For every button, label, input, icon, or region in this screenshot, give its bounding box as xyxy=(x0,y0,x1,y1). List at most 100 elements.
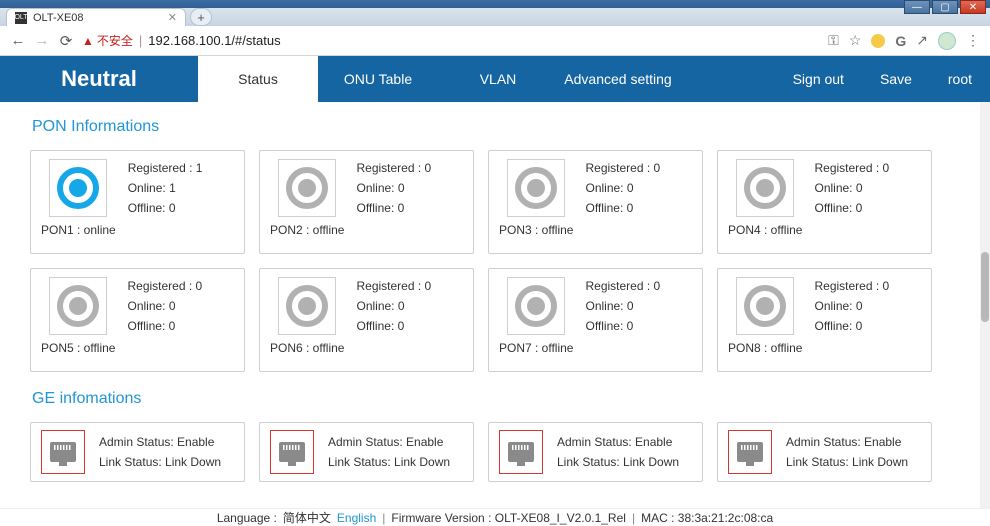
app-navbar: Neutral Status ONU Table VLAN Advanced s… xyxy=(0,56,990,102)
window-minimize-button[interactable]: — xyxy=(904,0,930,14)
nav-tab-advanced[interactable]: Advanced setting xyxy=(558,56,678,102)
pon-offline: Offline: 0 xyxy=(356,319,431,333)
pon-status-icon xyxy=(736,159,794,217)
pon-offline: Offline: 0 xyxy=(814,319,889,333)
window-close-button[interactable]: ✕ xyxy=(960,0,986,14)
tab-favicon-icon: OLT xyxy=(15,12,27,24)
tab-title: OLT-XE08 xyxy=(33,12,84,24)
pon-online: Online: 0 xyxy=(356,299,431,313)
pon-status-icon xyxy=(49,277,107,335)
nav-tab-status[interactable]: Status xyxy=(198,56,318,102)
pon-online: Online: 0 xyxy=(585,181,660,195)
graph-icon[interactable]: ↗ xyxy=(916,32,928,49)
ge-admin-status: Admin Status: Enable xyxy=(328,435,450,449)
footer-mac: MAC : 38:3a:21:2c:08:ca xyxy=(641,511,773,525)
pon-offline: Offline: 0 xyxy=(128,201,203,215)
ethernet-port-icon xyxy=(499,430,543,474)
profile-avatar-icon[interactable] xyxy=(938,32,956,50)
window-maximize-button[interactable]: ▢ xyxy=(932,0,958,14)
browser-tab-active[interactable]: OLT OLT-XE08 ✕ xyxy=(6,8,186,26)
footer-lang-en[interactable]: English xyxy=(337,511,376,525)
pon-label: PON4 : offline xyxy=(728,223,802,237)
pon-online: Online: 0 xyxy=(127,299,202,313)
brand-logo: Neutral xyxy=(0,56,198,102)
footer-bar: Language : 简体中文 English | Firmware Versi… xyxy=(0,508,990,526)
pon-label: PON3 : offline xyxy=(499,223,573,237)
url-field[interactable]: ▲ 不安全 | 192.168.100.1/#/status xyxy=(78,30,828,52)
pon-label: PON5 : offline xyxy=(41,341,115,355)
footer-lang-zh[interactable]: 简体中文 xyxy=(283,509,331,526)
pon-offline: Offline: 0 xyxy=(585,319,660,333)
back-button[interactable]: ← xyxy=(6,29,30,53)
pon-online: Online: 0 xyxy=(585,299,660,313)
pon-registered: Registered : 0 xyxy=(814,161,889,175)
pon-registered: Registered : 0 xyxy=(585,161,660,175)
content-scrollbar-thumb[interactable] xyxy=(981,252,989,322)
ge-section-title: GE infomations xyxy=(32,390,960,408)
pon-label: PON1 : online xyxy=(41,223,116,237)
pon-section-title: PON Informations xyxy=(32,118,960,136)
pon-card[interactable]: PON3 : offline Registered : 0 Online: 0 Off… xyxy=(488,150,703,254)
pon-card[interactable]: PON8 : offlineRegistered : 0Online: 0Off… xyxy=(717,268,932,372)
nav-link-root[interactable]: root xyxy=(930,56,990,102)
pon-online: Online: 0 xyxy=(356,181,431,195)
warning-icon: ▲ xyxy=(82,34,94,48)
tab-close-icon[interactable]: ✕ xyxy=(168,11,177,24)
ge-card[interactable]: Admin Status: Enable Link Status: Link Do… xyxy=(30,422,245,482)
pon-card[interactable]: PON4 : offlineRegistered : 0Online: 0Off… xyxy=(717,150,932,254)
insecure-badge: ▲ 不安全 xyxy=(82,32,133,49)
window-titlebar: — ▢ ✕ xyxy=(0,0,990,8)
more-menu-icon[interactable]: ⋮ xyxy=(966,32,978,49)
star-icon[interactable]: ☆ xyxy=(849,32,862,49)
emoji-icon[interactable] xyxy=(871,34,885,48)
pon-offline: Offline: 0 xyxy=(356,201,431,215)
pon-card[interactable]: PON1 : onlineRegistered : 1Online: 1Offl… xyxy=(30,150,245,254)
insecure-label: 不安全 xyxy=(97,32,133,49)
nav-tab-onu-table[interactable]: ONU Table xyxy=(318,56,438,102)
pon-status-icon xyxy=(507,159,565,217)
key-icon[interactable]: ⚿ xyxy=(828,32,839,49)
pon-card[interactable]: PON7 : offlineRegistered : 0Online: 0Off… xyxy=(488,268,703,372)
ge-card[interactable]: Admin Status: EnableLink Status: Link Do… xyxy=(259,422,474,482)
pon-card[interactable]: PON2 : offline Registered : 0 Online: 0 Off… xyxy=(259,150,474,254)
ge-link-status: Link Status: Link Down xyxy=(557,455,679,469)
pon-status-icon xyxy=(278,159,336,217)
pon-label: PON6 : offline xyxy=(270,341,344,355)
pon-registered: Registered : 0 xyxy=(814,279,889,293)
pon-status-icon xyxy=(49,159,107,217)
footer-fw: Firmware Version : OLT-XE08_I_V2.0.1_Rel xyxy=(391,511,626,525)
pon-offline: Offline: 0 xyxy=(585,201,660,215)
nav-link-save[interactable]: Save xyxy=(862,56,930,102)
pon-card[interactable]: PON5 : offlineRegistered : 0Online: 0Off… xyxy=(30,268,245,372)
pon-registered: Registered : 0 xyxy=(356,161,431,175)
reload-button[interactable]: ⟳ xyxy=(54,29,78,53)
footer-sep2: | xyxy=(632,511,635,525)
ge-admin-status: Admin Status: Enable xyxy=(99,435,221,449)
pon-status-icon xyxy=(278,277,336,335)
pon-offline: Offline: 0 xyxy=(814,201,889,215)
url-separator: | xyxy=(139,33,142,48)
pon-online: Online: 1 xyxy=(128,181,203,195)
ge-link-status: Link Status: Link Down xyxy=(99,455,221,469)
ge-card-grid: Admin Status: Enable Link Status: Link Do… xyxy=(30,422,960,482)
new-tab-button[interactable]: + xyxy=(190,8,212,26)
browser-address-bar: ← → ⟳ ▲ 不安全 | 192.168.100.1/#/status ⚿ ☆… xyxy=(0,26,990,56)
footer-sep1: | xyxy=(382,511,385,525)
browser-right-icons: ⚿ ☆ G ↗ ⋮ xyxy=(828,32,984,50)
ge-card[interactable]: Admin Status: Enable Link Status: Link Do… xyxy=(488,422,703,482)
pon-registered: Registered : 0 xyxy=(356,279,431,293)
pon-card[interactable]: PON6 : offline Registered : 0 Online: 0 Off… xyxy=(259,268,474,372)
ge-admin-status: Admin Status: Enable xyxy=(557,435,679,449)
forward-button[interactable]: → xyxy=(30,29,54,53)
ge-link-status: Link Status: Link Down xyxy=(786,455,908,469)
pon-status-icon xyxy=(736,277,794,335)
pon-label: PON2 : offline xyxy=(270,223,344,237)
pon-registered: Registered : 0 xyxy=(585,279,660,293)
content-scroll[interactable]: PON Informations PON1 : onlineRegistered… xyxy=(0,102,990,508)
translate-icon[interactable]: G xyxy=(895,33,906,49)
nav-tab-vlan[interactable]: VLAN xyxy=(438,56,558,102)
nav-link-signout[interactable]: Sign out xyxy=(775,56,862,102)
ethernet-port-icon xyxy=(41,430,85,474)
content-scrollbar-track[interactable] xyxy=(980,102,990,508)
ge-card[interactable]: Admin Status: EnableLink Status: Link Do… xyxy=(717,422,932,482)
